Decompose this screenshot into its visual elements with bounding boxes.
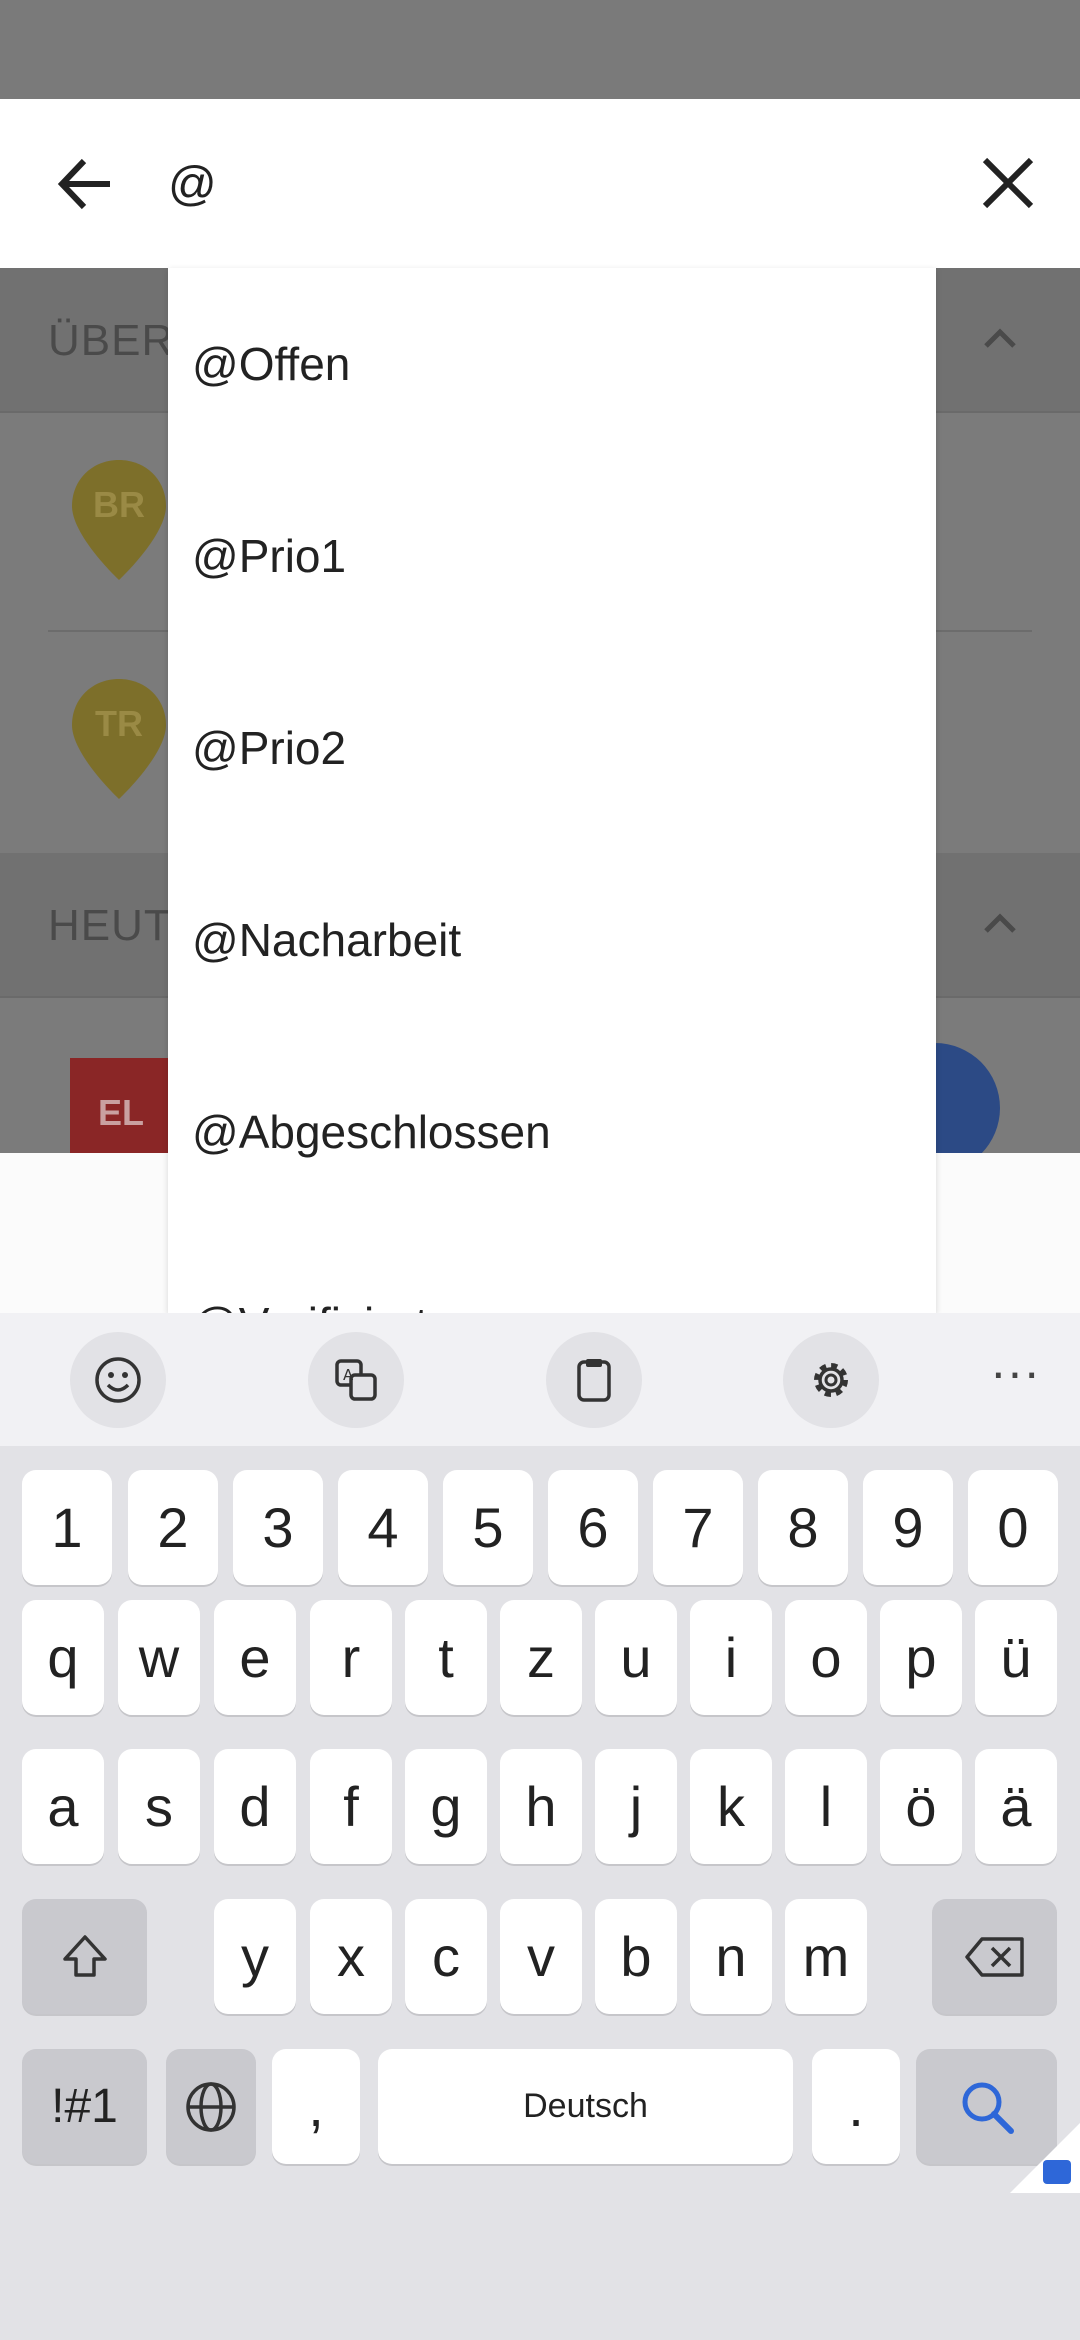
suggestion-item-offen[interactable]: @Offen	[192, 324, 912, 404]
chevron-up-icon	[984, 913, 1016, 933]
key-7[interactable]: 7	[653, 1470, 743, 1585]
suggestion-item-nacharbeit[interactable]: @Nacharbeit	[192, 900, 912, 980]
suggestion-item-abgeschlossen[interactable]: @Abgeschlossen	[192, 1092, 912, 1172]
key-n[interactable]: n	[690, 1899, 772, 2014]
key-u[interactable]: u	[595, 1600, 677, 1715]
settings-icon	[814, 1363, 848, 1397]
key-i[interactable]: i	[690, 1600, 772, 1715]
key-1[interactable]: 1	[22, 1470, 112, 1585]
avatar-badge: EL	[70, 1058, 180, 1153]
keyboard: A ··· 1 2 3 4 5 6 7 8 9 0 q w e r t z u …	[0, 1313, 1080, 2340]
section-title: HEUT	[48, 901, 172, 950]
key-d[interactable]: d	[214, 1749, 296, 1864]
key-q[interactable]: q	[22, 1600, 104, 1715]
key-ae[interactable]: ä	[975, 1749, 1057, 1864]
key-e[interactable]: e	[214, 1600, 296, 1715]
key-c[interactable]: c	[405, 1899, 487, 2014]
key-w[interactable]: w	[118, 1600, 200, 1715]
comma-key[interactable]: ,	[272, 2049, 360, 2164]
key-h[interactable]: h	[500, 1749, 582, 1864]
key-p[interactable]: p	[880, 1600, 962, 1715]
suggestion-item-prio1[interactable]: @Prio1	[192, 516, 912, 596]
key-y[interactable]: y	[214, 1899, 296, 2014]
suggestion-item-prio2[interactable]: @Prio2	[192, 708, 912, 788]
key-b[interactable]: b	[595, 1899, 677, 2014]
search-bar	[0, 99, 1080, 268]
suggestion-item-verifiziert[interactable]: @Verifiziert	[192, 1284, 912, 1313]
key-s[interactable]: s	[118, 1749, 200, 1864]
key-j[interactable]: j	[595, 1749, 677, 1864]
key-oe[interactable]: ö	[880, 1749, 962, 1864]
key-0[interactable]: 0	[968, 1470, 1058, 1585]
search-icon	[962, 2082, 1014, 2134]
key-t[interactable]: t	[405, 1600, 487, 1715]
emoji-icon	[95, 1357, 141, 1403]
backspace-icon	[964, 1936, 1024, 1977]
key-ue[interactable]: ü	[975, 1600, 1057, 1715]
location-pin-icon: TR	[70, 677, 168, 801]
space-key[interactable]: Deutsch	[378, 2049, 793, 2164]
back-arrow-icon[interactable]	[50, 149, 120, 219]
close-icon[interactable]	[975, 150, 1041, 216]
key-m[interactable]: m	[785, 1899, 867, 2014]
emoji-button[interactable]	[70, 1332, 166, 1428]
suggestion-dropdown: @Offen @Prio1 @Prio2 @Nacharbeit @Abgesc…	[168, 268, 936, 1313]
shift-icon	[62, 1934, 107, 1977]
key-6[interactable]: 6	[548, 1470, 638, 1585]
key-8[interactable]: 8	[758, 1470, 848, 1585]
status-bar	[0, 0, 1080, 99]
translate-icon: A	[335, 1359, 377, 1401]
key-k[interactable]: k	[690, 1749, 772, 1864]
chevron-up-icon	[984, 328, 1016, 348]
key-g[interactable]: g	[405, 1749, 487, 1864]
shift-key[interactable]	[22, 1899, 147, 2014]
key-3[interactable]: 3	[233, 1470, 323, 1585]
key-a[interactable]: a	[22, 1749, 104, 1864]
symbols-key[interactable]: !#1	[22, 2049, 147, 2164]
language-key[interactable]	[166, 2049, 256, 2164]
globe-icon	[186, 2081, 236, 2132]
key-2[interactable]: 2	[128, 1470, 218, 1585]
briefcase-icon	[1043, 2160, 1071, 2184]
section-title: ÜBER	[48, 316, 175, 365]
key-o[interactable]: o	[785, 1600, 867, 1715]
backspace-key[interactable]	[932, 1899, 1057, 2014]
key-z[interactable]: z	[500, 1600, 582, 1715]
key-9[interactable]: 9	[863, 1470, 953, 1585]
period-key[interactable]: .	[812, 2049, 900, 2164]
key-4[interactable]: 4	[338, 1470, 428, 1585]
settings-button[interactable]	[783, 1332, 879, 1428]
key-v[interactable]: v	[500, 1899, 582, 2014]
clipboard-button[interactable]	[546, 1332, 642, 1428]
key-f[interactable]: f	[310, 1749, 392, 1864]
keyboard-toolbar: A ···	[0, 1313, 1080, 1446]
search-input[interactable]	[168, 149, 948, 219]
location-pin-icon: BR	[70, 458, 168, 582]
more-icon[interactable]: ···	[985, 1332, 1045, 1428]
key-5[interactable]: 5	[443, 1470, 533, 1585]
key-l[interactable]: l	[785, 1749, 867, 1864]
key-r[interactable]: r	[310, 1600, 392, 1715]
translate-button[interactable]: A	[308, 1332, 404, 1428]
svg-text:A: A	[343, 1366, 354, 1384]
key-x[interactable]: x	[310, 1899, 392, 2014]
clipboard-icon	[577, 1359, 611, 1402]
